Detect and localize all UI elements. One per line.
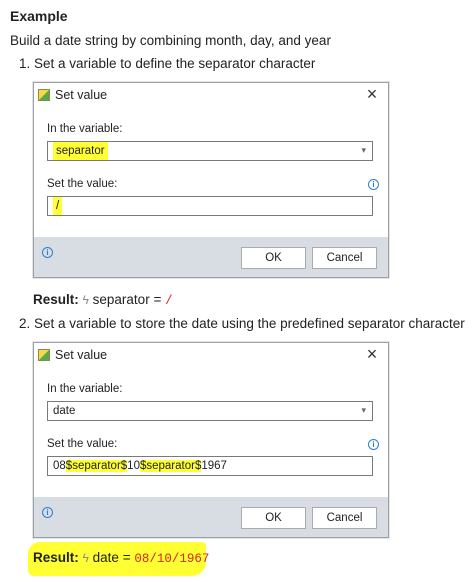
- info-icon[interactable]: i: [368, 439, 379, 450]
- set-value-icon: [38, 89, 50, 101]
- variable-value: date: [53, 405, 76, 417]
- info-icon[interactable]: i: [42, 507, 53, 518]
- value-text: /: [53, 197, 63, 215]
- set-value-icon: [38, 349, 50, 361]
- value-input[interactable]: /: [47, 196, 373, 216]
- value-part: 10: [127, 460, 140, 472]
- variable-label: In the variable:: [47, 383, 123, 395]
- dialog-titlebar: Set value ×: [34, 343, 388, 367]
- result-1: Result: ϟ separator = /: [33, 292, 173, 308]
- dialog-title: Set value: [55, 88, 108, 102]
- value-label: Set the value:: [47, 438, 118, 450]
- chevron-down-icon[interactable]: ▾: [361, 142, 366, 159]
- result-label: Result:: [33, 550, 79, 565]
- section-heading: Example: [10, 8, 68, 24]
- dialog-title: Set value: [55, 348, 108, 362]
- dialog-titlebar: Set value ×: [34, 83, 388, 107]
- variable-select[interactable]: date ▾: [47, 401, 373, 421]
- intro-text: Build a date string by combining month, …: [10, 33, 331, 48]
- result-value: /: [165, 294, 173, 308]
- result-variable: separator: [92, 292, 150, 307]
- variable-bolt-icon: ϟ: [82, 293, 89, 307]
- ok-button[interactable]: OK: [241, 247, 306, 269]
- info-icon[interactable]: i: [42, 247, 53, 258]
- value-part-highlighted: $separator$: [65, 460, 128, 472]
- result-equals: =: [153, 292, 162, 307]
- close-icon[interactable]: ×: [362, 84, 382, 104]
- close-icon[interactable]: ×: [362, 344, 382, 364]
- result-2: Result: ϟ date = 08/10/1967: [33, 550, 209, 566]
- dialog-footer: i OK Cancel: [34, 237, 388, 277]
- result-label: Result:: [33, 292, 79, 307]
- result-value: 08/10/1967: [134, 552, 210, 566]
- ok-button[interactable]: OK: [241, 507, 306, 529]
- value-part-highlighted: $separator$: [139, 460, 202, 472]
- value-input[interactable]: 08$separator$10$separator$1967: [47, 456, 373, 476]
- step-1-text: 1. Set a variable to define the separato…: [19, 56, 316, 71]
- result-variable: date: [92, 550, 119, 565]
- result-equals: =: [122, 550, 131, 565]
- value-part: 1967: [201, 460, 227, 472]
- variable-value: separator: [53, 142, 108, 160]
- chevron-down-icon[interactable]: ▾: [361, 402, 366, 419]
- step-2-text: 2. Set a variable to store the date usin…: [19, 316, 465, 331]
- dialog-footer: i OK Cancel: [34, 497, 388, 537]
- set-value-dialog-1: Set value × In the variable: separator ▾…: [33, 82, 389, 278]
- set-value-dialog-2: Set value × In the variable: date ▾ Set …: [33, 342, 389, 538]
- value-label: Set the value:: [47, 178, 118, 190]
- value-part: 08: [53, 460, 66, 472]
- cancel-button[interactable]: Cancel: [312, 507, 377, 529]
- variable-label: In the variable:: [47, 123, 123, 135]
- variable-select[interactable]: separator ▾: [47, 141, 373, 161]
- info-icon[interactable]: i: [368, 179, 379, 190]
- variable-bolt-icon: ϟ: [82, 551, 89, 565]
- cancel-button[interactable]: Cancel: [312, 247, 377, 269]
